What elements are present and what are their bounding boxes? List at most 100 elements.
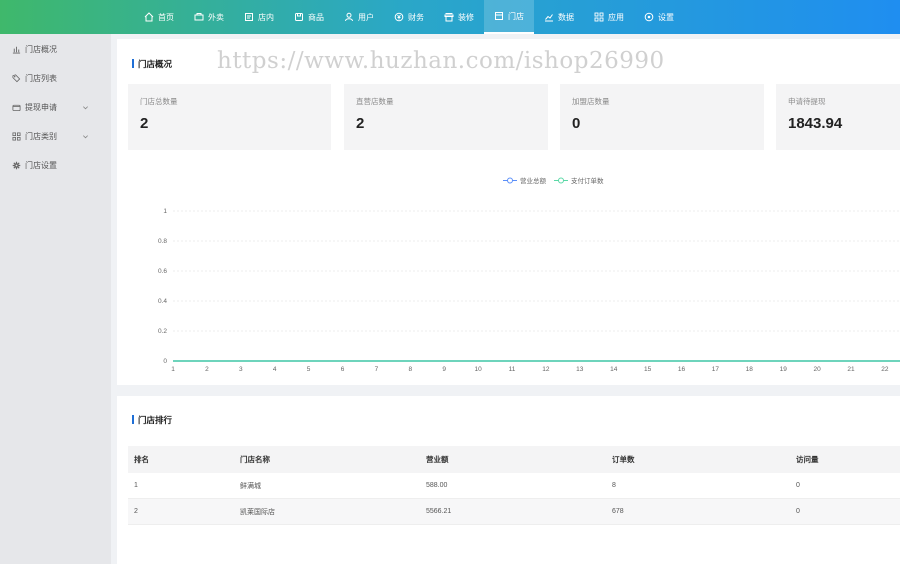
stat-label: 直营店数量	[356, 97, 394, 106]
stat-value: 2	[356, 115, 365, 132]
sidebar-item-3[interactable]: 门店类别	[0, 122, 111, 151]
nav-item-label: 数据	[558, 12, 574, 22]
nav-item-data[interactable]: 数据	[534, 0, 584, 34]
wallet-icon	[12, 104, 21, 112]
stat-label: 加盟店数量	[572, 97, 610, 106]
table-row[interactable]: 1 鲜满城 588.00 8 0	[128, 473, 900, 499]
ranking-title: 门店排行	[132, 414, 172, 426]
stat-label: 门店总数量	[140, 97, 178, 106]
nav-item-finance[interactable]: 财务	[384, 0, 434, 34]
y-tick-label: 1	[163, 208, 167, 215]
legend-item-orders[interactable]: 支付订单数	[554, 175, 604, 185]
stat-card-franchise-stores: 加盟店数量 0	[560, 84, 764, 150]
grid-icon	[12, 132, 21, 141]
y-tick-label: 0.6	[158, 268, 167, 275]
data-icon	[545, 14, 553, 22]
settings-icon	[644, 12, 654, 22]
nav-item-label: 设置	[658, 12, 674, 22]
cell-revenue: 5566.21	[426, 508, 452, 515]
x-tick-label: 6	[341, 366, 345, 373]
stat-value: 0	[572, 115, 581, 132]
table-header: 排名 门店名称 营业额 订单数 访问量	[128, 446, 900, 473]
x-tick-label: 12	[542, 366, 550, 373]
sidebar-item-label: 门店设置	[25, 161, 57, 170]
nav-item-store[interactable]: 店内	[234, 0, 284, 34]
x-tick-label: 16	[678, 366, 686, 373]
ranking-card: 门店排行 排名 门店名称 营业额 订单数 访问量 1 鲜满城 588.00 8 …	[117, 396, 900, 564]
sidebar-item-1[interactable]: 门店列表	[0, 64, 111, 93]
sidebar-item-0[interactable]: 门店概况	[0, 35, 111, 64]
overview-title: 门店概况	[132, 58, 172, 70]
nav-item-label: 首页	[158, 12, 174, 22]
store-icon	[245, 13, 253, 21]
watermark-text: https://www.huzhan.com/ishop26990	[217, 48, 665, 74]
x-tick-label: 7	[375, 366, 379, 373]
y-tick-label: 0.4	[158, 298, 167, 305]
nav-item-apps[interactable]: 应用	[584, 0, 634, 34]
column-header-orders: 订单数	[612, 455, 635, 464]
nav-item-takeout[interactable]: 外卖	[184, 0, 234, 34]
x-tick-label: 1	[171, 366, 175, 373]
sidebar-item-label: 门店类别	[25, 132, 57, 141]
main-content: 门店概况 https://www.huzhan.com/ishop26990 门…	[111, 34, 900, 564]
x-tick-label: 15	[644, 366, 652, 373]
nav-item-home[interactable]: 首页	[134, 0, 184, 34]
nav-item-label: 装修	[458, 12, 474, 22]
gear-icon	[12, 161, 21, 170]
stat-label: 申请待提现	[788, 97, 826, 106]
nav-item-goods[interactable]: 商品	[284, 0, 334, 34]
nav-item-label: 财务	[408, 12, 424, 22]
x-tick-label: 19	[780, 366, 788, 373]
cell-visits: 0	[796, 482, 800, 489]
ranking-table: 排名 门店名称 营业额 订单数 访问量 1 鲜满城 588.00 8 0 2 凯…	[128, 446, 900, 525]
x-tick-label: 10	[474, 366, 482, 373]
x-tick-label: 5	[307, 366, 311, 373]
nav-item-label: 应用	[608, 12, 624, 22]
chart-legend: 营业总额 支付订单数	[503, 175, 612, 185]
x-tick-label: 21	[847, 366, 855, 373]
user-icon	[345, 12, 353, 22]
nav-item-settings[interactable]: 设置	[634, 0, 684, 34]
sidebar-item-label: 提现申请	[25, 103, 57, 112]
legend-swatch-orders	[554, 177, 568, 183]
top-navigation-bar: 首页 外卖 店内 商品 用户 财务 装修 门店 数据 应用 设置	[0, 0, 900, 34]
sidebar-item-2[interactable]: 提现申请	[0, 93, 111, 122]
stat-card-direct-stores: 直营店数量 2	[344, 84, 548, 150]
legend-swatch-revenue	[503, 177, 517, 183]
x-tick-label: 14	[610, 366, 618, 373]
x-tick-label: 4	[273, 366, 277, 373]
overview-card: 门店概况 https://www.huzhan.com/ishop26990 门…	[117, 39, 900, 385]
sidebar-item-4[interactable]: 门店设置	[0, 151, 111, 180]
decorate-icon	[444, 13, 454, 22]
stat-card-total-stores: 门店总数量 2	[128, 84, 331, 150]
cell-visits: 0	[796, 508, 800, 515]
line-chart: 00.20.40.60.811 2 3 4 5 6 7 8 9 10 11 12 13 14 15 16 17 1…	[158, 208, 900, 373]
sidebar-item-label: 门店列表	[25, 74, 57, 83]
chevron-down-icon[interactable]	[82, 133, 89, 140]
column-header-visits: 访问量	[796, 455, 819, 464]
x-tick-label: 9	[442, 366, 446, 373]
x-tick-label: 13	[576, 366, 584, 373]
cell-rank: 1	[134, 482, 138, 489]
apps-icon	[594, 12, 604, 22]
nav-item-label: 商品	[308, 12, 324, 22]
nav-item-decorate[interactable]: 装修	[434, 0, 484, 34]
table-row[interactable]: 2 凯莱国际店 5566.21 678 0	[128, 499, 900, 525]
x-tick-label: 22	[881, 366, 889, 373]
chevron-down-icon[interactable]	[82, 104, 89, 111]
list-icon	[12, 74, 21, 83]
stat-value: 2	[140, 115, 149, 132]
nav-item-label: 用户	[358, 12, 374, 22]
legend-label: 支付订单数	[571, 178, 604, 185]
shop-icon	[495, 12, 503, 20]
x-tick-label: 17	[712, 366, 720, 373]
x-tick-label: 3	[239, 366, 243, 373]
legend-item-revenue[interactable]: 营业总额	[503, 175, 546, 185]
goods-icon	[295, 13, 303, 21]
column-header-store-name: 门店名称	[240, 455, 270, 464]
nav-item-user[interactable]: 用户	[334, 0, 384, 34]
takeout-icon	[194, 13, 204, 21]
y-tick-label: 0.8	[158, 238, 167, 245]
y-tick-label: 0.2	[158, 328, 167, 335]
nav-item-shop[interactable]: 门店	[484, 0, 534, 34]
